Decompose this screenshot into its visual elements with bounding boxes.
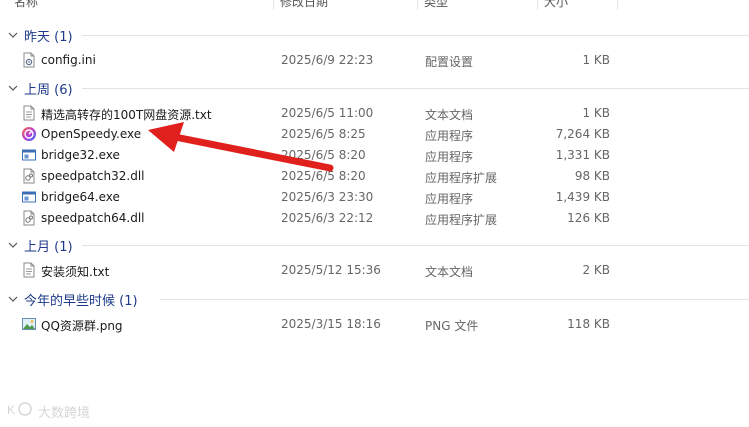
file-row-bridge32-exe[interactable]: bridge32.exe 2025/6/5 8:20 应用程序 1,331 KB <box>0 145 749 166</box>
watermark-text: 大数跨境 <box>38 406 91 421</box>
image-file-icon <box>22 318 36 330</box>
file-name[interactable]: 精选高转存的100T网盘资源.txt <box>41 106 212 123</box>
file-name[interactable]: speedpatch64.dll <box>41 211 145 225</box>
file-row-speedpatch32-dll[interactable]: speedpatch32.dll 2025/6/5 8:20 应用程序扩展 98… <box>0 166 749 187</box>
file-date: 2025/6/5 8:25 <box>281 127 366 141</box>
group-header-yesterday[interactable]: 昨天 (1) <box>0 25 749 45</box>
file-name[interactable]: QQ资源群.png <box>41 317 123 334</box>
group-title: 今年的早些时候 (1) <box>24 294 138 309</box>
file-type: PNG 文件 <box>425 319 479 333</box>
file-date: 2025/6/5 8:20 <box>281 148 366 162</box>
group-header-last-week[interactable]: 上周 (6) <box>0 78 749 98</box>
file-size: 1,331 KB <box>555 148 610 162</box>
svg-text:K: K <box>7 403 15 417</box>
file-name[interactable]: 安装须知.txt <box>41 263 109 280</box>
column-header-date[interactable]: 修改日期 <box>274 0 328 16</box>
file-size: 1,439 KB <box>555 190 610 204</box>
column-divider[interactable] <box>617 0 618 10</box>
column-header-type[interactable]: 类型 <box>418 0 448 16</box>
watermark-logo-icon: K <box>7 402 32 417</box>
group-title: 上月 (1) <box>24 240 73 255</box>
file-type: 应用程序 <box>425 150 474 164</box>
file-row-bridge64-exe[interactable]: bridge64.exe 2025/6/3 23:30 应用程序 1,439 K… <box>0 187 749 208</box>
file-row-speedpatch64-dll[interactable]: speedpatch64.dll 2025/6/3 22:12 应用程序扩展 1… <box>0 208 749 229</box>
group-divider <box>82 245 749 246</box>
file-size: 98 KB <box>574 169 610 183</box>
file-size: 1 KB <box>582 53 610 67</box>
text-file-icon <box>23 262 35 278</box>
column-header-bar: 名称 修改日期 类型 大小 <box>0 0 749 16</box>
file-name[interactable]: speedpatch32.dll <box>41 169 145 183</box>
file-name[interactable]: config.ini <box>41 53 96 67</box>
chevron-down-icon[interactable] <box>8 84 18 92</box>
dll-file-icon <box>23 168 35 184</box>
file-date: 2025/3/15 18:16 <box>281 317 381 331</box>
group-header-earlier-this-year[interactable]: 今年的早些时候 (1) <box>0 289 749 309</box>
chevron-down-icon[interactable] <box>8 31 18 39</box>
file-type: 文本文档 <box>425 265 474 279</box>
exe-window-icon <box>22 191 36 203</box>
chevron-down-icon[interactable] <box>8 295 18 303</box>
column-header-name[interactable]: 名称 <box>8 0 38 16</box>
exe-window-icon <box>22 149 36 161</box>
file-size: 118 KB <box>567 317 610 331</box>
file-type: 应用程序扩展 <box>425 213 498 227</box>
text-file-icon <box>23 105 35 121</box>
group-title: 上周 (6) <box>24 83 73 98</box>
file-date: 2025/6/9 22:23 <box>281 53 374 67</box>
file-name[interactable]: OpenSpeedy.exe <box>41 127 141 141</box>
file-size: 7,264 KB <box>555 127 610 141</box>
group-divider <box>82 35 749 36</box>
file-name[interactable]: bridge64.exe <box>41 190 120 204</box>
file-size: 1 KB <box>582 106 610 120</box>
file-type: 配置设置 <box>425 55 474 69</box>
column-header-size[interactable]: 大小 <box>538 0 568 16</box>
file-date: 2025/6/3 22:12 <box>281 211 374 225</box>
file-row-resource-txt[interactable]: 精选高转存的100T网盘资源.txt 2025/6/5 11:00 文本文档 1… <box>0 103 749 124</box>
chevron-down-icon[interactable] <box>8 241 18 249</box>
file-date: 2025/6/5 11:00 <box>281 106 374 120</box>
watermark: K 大数跨境 <box>6 400 90 421</box>
file-type: 应用程序扩展 <box>425 171 498 185</box>
file-row-config-ini[interactable]: config.ini 2025/6/9 22:23 配置设置 1 KB <box>0 50 749 71</box>
group-divider <box>160 299 749 300</box>
file-name[interactable]: bridge32.exe <box>41 148 120 162</box>
file-date: 2025/6/3 23:30 <box>281 190 374 204</box>
file-date: 2025/6/5 8:20 <box>281 169 366 183</box>
group-divider <box>82 88 749 89</box>
ini-settings-icon <box>23 52 35 68</box>
group-title: 昨天 (1) <box>24 30 73 45</box>
openspeedy-app-icon <box>22 127 36 141</box>
file-type: 应用程序 <box>425 192 474 206</box>
file-row-install-notes-txt[interactable]: 安装须知.txt 2025/5/12 15:36 文本文档 2 KB <box>0 260 749 281</box>
group-header-last-month[interactable]: 上月 (1) <box>0 235 749 255</box>
file-size: 126 KB <box>567 211 610 225</box>
file-row-openspeedy-exe[interactable]: OpenSpeedy.exe 2025/6/5 8:25 应用程序 7,264 … <box>0 124 749 145</box>
file-type: 文本文档 <box>425 108 474 122</box>
file-row-qq-png[interactable]: QQ资源群.png 2025/3/15 18:16 PNG 文件 118 KB <box>0 314 749 335</box>
file-date: 2025/5/12 15:36 <box>281 263 381 277</box>
file-type: 应用程序 <box>425 129 474 143</box>
dll-file-icon <box>23 210 35 226</box>
file-size: 2 KB <box>582 263 610 277</box>
